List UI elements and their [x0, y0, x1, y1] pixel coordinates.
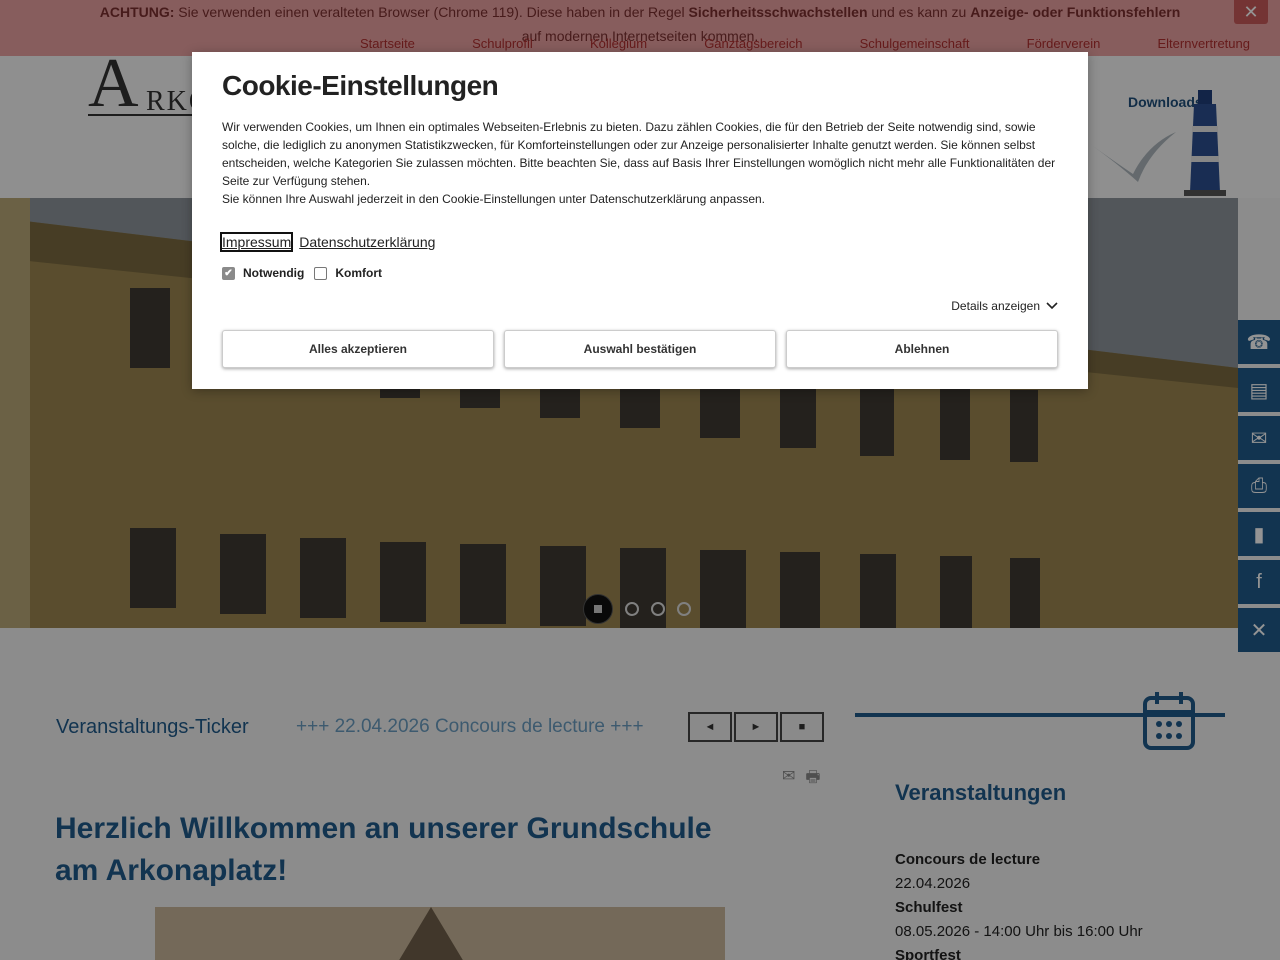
cookie-description: Wir verwenden Cookies, um Ihnen ein opti… — [222, 118, 1058, 208]
details-label: Details anzeigen — [951, 299, 1040, 313]
cookie-buttons: Alles akzeptieren Auswahl bestätigen Abl… — [222, 330, 1058, 368]
impressum-link[interactable]: Impressum — [219, 232, 294, 252]
privacy-link[interactable]: Datenschutzerklärung — [299, 234, 435, 250]
cookie-text-1: Wir verwenden Cookies, um Ihnen ein opti… — [222, 120, 1056, 188]
necessary-checkbox[interactable]: ✔ — [222, 266, 235, 280]
accept-all-button[interactable]: Alles akzeptieren — [222, 330, 494, 368]
cookie-text-2: Sie können Ihre Auswahl jederzeit in den… — [222, 192, 766, 206]
cookie-links: Impressum Datenschutzerklärung — [219, 232, 1058, 252]
confirm-selection-button[interactable]: Auswahl bestätigen — [504, 330, 776, 368]
reject-button[interactable]: Ablehnen — [786, 330, 1058, 368]
chevron-down-icon — [1046, 302, 1058, 310]
necessary-label: Notwendig — [243, 266, 305, 280]
comfort-label: Komfort — [335, 266, 382, 280]
cookie-dialog: Cookie-Einstellungen Wir verwenden Cooki… — [192, 52, 1088, 389]
details-toggle[interactable]: Details anzeigen — [951, 299, 1058, 313]
cookie-dialog-title: Cookie-Einstellungen — [222, 70, 499, 101]
cookie-categories: ✔ Notwendig Komfort — [222, 266, 1058, 280]
comfort-checkbox[interactable] — [314, 266, 328, 280]
